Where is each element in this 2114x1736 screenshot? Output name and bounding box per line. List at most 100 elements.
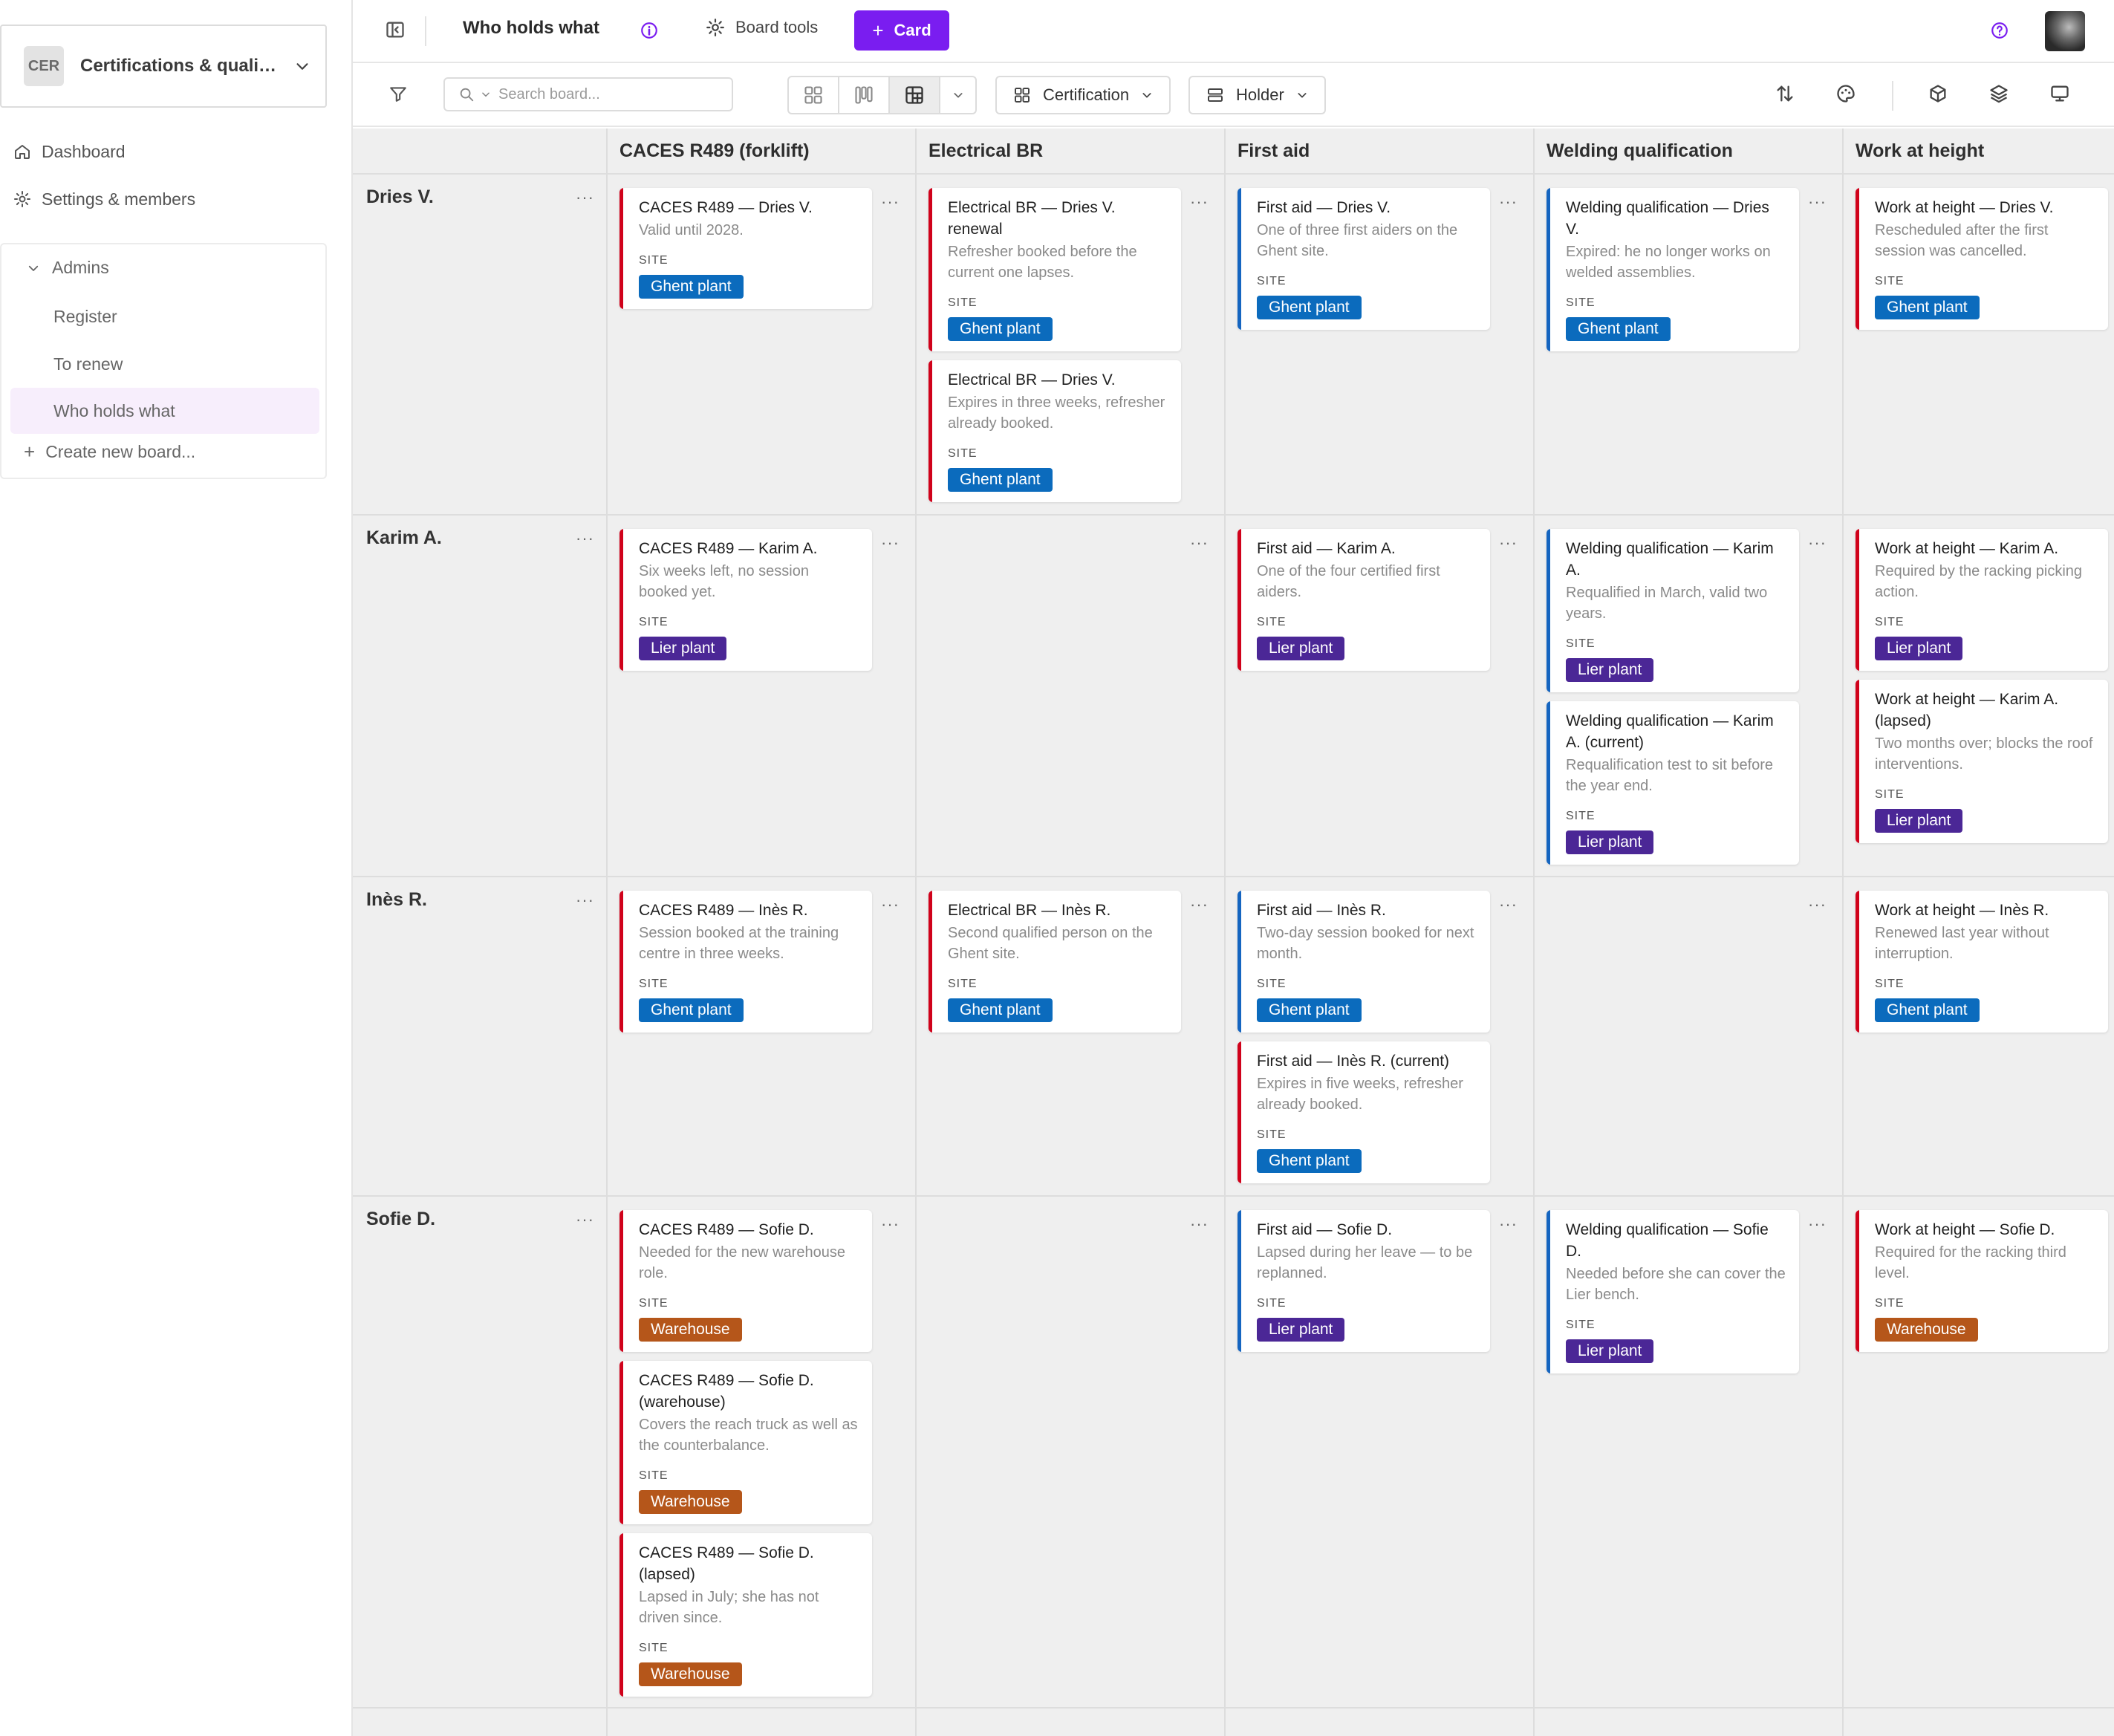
cube-icon[interactable] <box>1928 83 1948 104</box>
monitor-icon[interactable] <box>2049 83 2070 104</box>
card-description: Lapsed in July; she has not driven since… <box>639 1589 819 1626</box>
board-item-to-renew[interactable]: To renew <box>10 341 319 387</box>
cell-menu-button[interactable]: ··· <box>1190 895 1209 914</box>
column-grouping-select[interactable]: Certification <box>995 76 1171 114</box>
card[interactable]: CACES R489 — Sofie D. (lapsed) Lapsed in … <box>619 1533 872 1697</box>
site-tag: Lier plant <box>1566 1339 1654 1363</box>
site-tag: Ghent plant <box>948 998 1053 1022</box>
cell-menu-button[interactable]: ··· <box>1808 192 1827 212</box>
card[interactable]: CACES R489 — Karim A. Six weeks left, no … <box>619 529 872 671</box>
filter-icon[interactable] <box>388 84 408 103</box>
site-tag-wrapper: Lier plant <box>1566 823 1786 854</box>
view-options-button[interactable] <box>940 77 975 113</box>
card[interactable]: Electrical BR — Dries V. Expires in three… <box>928 360 1181 502</box>
card[interactable]: First aid — Sofie D. Lapsed during her le… <box>1237 1210 1490 1352</box>
help-icon[interactable] <box>1990 21 2009 40</box>
card[interactable]: First aid — Inès R. Two-day session booke… <box>1237 891 1490 1033</box>
card-title: Work at height — Inès R. <box>1875 902 2049 919</box>
card[interactable]: Work at height — Sofie D. Required for th… <box>1856 1210 2108 1352</box>
card[interactable]: Work at height — Karim A. Required by the… <box>1856 529 2108 671</box>
cell-menu-button[interactable]: ··· <box>881 533 900 553</box>
card-field-label: SITE <box>639 1642 669 1654</box>
card[interactable]: Welding qualification — Karim A. (curren… <box>1547 701 1799 865</box>
create-board-link[interactable]: + Create new board... <box>24 440 195 464</box>
search-input[interactable] <box>498 85 721 103</box>
row-menu-button[interactable]: ··· <box>576 891 594 910</box>
collapse-sidebar-icon[interactable] <box>385 19 406 40</box>
row-menu-button[interactable]: ··· <box>576 1210 594 1229</box>
row-menu-button[interactable]: ··· <box>576 529 594 548</box>
user-avatar[interactable] <box>2045 11 2085 51</box>
card-title: Welding qualification — Dries V. <box>1566 199 1769 238</box>
card[interactable]: Work at height — Dries V. Rescheduled aft… <box>1856 188 2108 330</box>
card-title: Electrical BR — Dries V. <box>948 371 1116 389</box>
search-icon <box>460 88 474 102</box>
cell-menu-button[interactable]: ··· <box>1499 192 1518 212</box>
chevron-down-icon[interactable] <box>481 89 491 100</box>
board-item-who-holds-what[interactable]: Who holds what <box>10 388 319 434</box>
view-grid-button[interactable] <box>789 77 839 113</box>
card-title: CACES R489 — Karim A. <box>639 540 818 557</box>
rows-icon <box>1208 88 1223 102</box>
cell-menu-button[interactable]: ··· <box>1499 1215 1518 1234</box>
card[interactable]: CACES R489 — Inès R. Session booked at th… <box>619 891 872 1033</box>
card[interactable]: Work at height — Karim A. (lapsed) Two mo… <box>1856 680 2108 843</box>
card[interactable]: Welding qualification — Dries V. Expired:… <box>1547 188 1799 351</box>
nav-dashboard[interactable]: Dashboard <box>13 137 126 166</box>
palette-icon[interactable] <box>1835 83 1856 104</box>
card[interactable]: Work at height — Inès R. Renewed last yea… <box>1856 891 2108 1033</box>
cell-menu-button[interactable]: ··· <box>1190 192 1209 212</box>
site-tag: Ghent plant <box>1257 1149 1362 1173</box>
view-matrix-button[interactable] <box>890 77 940 113</box>
cell-menu-button[interactable]: ··· <box>881 192 900 212</box>
nav-dashboard-label: Dashboard <box>42 141 126 161</box>
row-menu-button[interactable]: ··· <box>576 188 594 207</box>
workspace-switcher[interactable]: CER Certifications & qualifications <box>0 25 327 108</box>
card[interactable]: CACES R489 — Dries V. Valid until 2028. SI… <box>619 188 872 309</box>
create-board-label: Create new board... <box>45 442 196 461</box>
card-title: Work at height — Karim A. (lapsed) <box>1875 691 2059 729</box>
card[interactable]: CACES R489 — Sofie D. Needed for the new … <box>619 1210 872 1352</box>
group-header[interactable]: Admins <box>27 258 109 278</box>
card-title: Electrical BR — Inès R. <box>948 902 1111 919</box>
cell-menu-button[interactable]: ··· <box>1808 533 1827 553</box>
board-tools-button[interactable]: Board tools <box>706 18 818 37</box>
card[interactable]: First aid — Inès R. (current) Expires in … <box>1237 1041 1490 1183</box>
layers-icon[interactable] <box>1988 83 2009 104</box>
card[interactable]: Electrical BR — Dries V. renewal Refreshe… <box>928 188 1181 351</box>
card-field-label: SITE <box>1566 1319 1596 1331</box>
add-card-button[interactable]: + Card <box>854 10 949 51</box>
cell-menu-button[interactable]: ··· <box>1499 895 1518 914</box>
card[interactable]: First aid — Karim A. One of the four cert… <box>1237 529 1490 671</box>
sort-icon[interactable] <box>1775 83 1795 104</box>
row-divider <box>353 876 2114 877</box>
card[interactable]: Welding qualification — Karim A. Requalif… <box>1547 529 1799 692</box>
info-icon[interactable] <box>640 21 659 40</box>
card[interactable]: CACES R489 — Sofie D. (warehouse) Covers … <box>619 1361 872 1524</box>
cell-menu-button[interactable]: ··· <box>881 895 900 914</box>
row-divider <box>353 1707 2114 1709</box>
column-divider <box>1842 129 1844 1736</box>
card[interactable]: First aid — Dries V. One of three first a… <box>1237 188 1490 330</box>
cell-menu-button[interactable]: ··· <box>1808 895 1827 914</box>
cell-menu-button[interactable]: ··· <box>1808 1215 1827 1234</box>
board-item-register[interactable]: Register <box>10 293 319 339</box>
site-tag: Lier plant <box>1875 809 1963 833</box>
cell-menu-button[interactable]: ··· <box>1190 1215 1209 1234</box>
view-kanban-button[interactable] <box>839 77 890 113</box>
card-field-label: SITE <box>1875 1297 1905 1310</box>
grid-view-icon <box>804 86 822 104</box>
cell-menu-button[interactable]: ··· <box>881 1215 900 1234</box>
card[interactable]: Welding qualification — Sofie D. Needed b… <box>1547 1210 1799 1373</box>
cell-menu-button[interactable]: ··· <box>1190 533 1209 553</box>
nav-settings[interactable]: Settings & members <box>13 184 195 214</box>
card-field-label: SITE <box>1566 810 1596 822</box>
row-grouping-select[interactable]: Holder <box>1188 76 1326 114</box>
card-description: Rescheduled after the first session was … <box>1875 222 2049 259</box>
card[interactable]: Electrical BR — Inès R. Second qualified … <box>928 891 1181 1033</box>
plus-icon: + <box>24 440 36 463</box>
cell-menu-button[interactable]: ··· <box>1499 533 1518 553</box>
workspace-badge: CER <box>24 46 64 86</box>
nav-settings-label: Settings & members <box>42 189 196 209</box>
card-field-label: SITE <box>1566 296 1596 309</box>
